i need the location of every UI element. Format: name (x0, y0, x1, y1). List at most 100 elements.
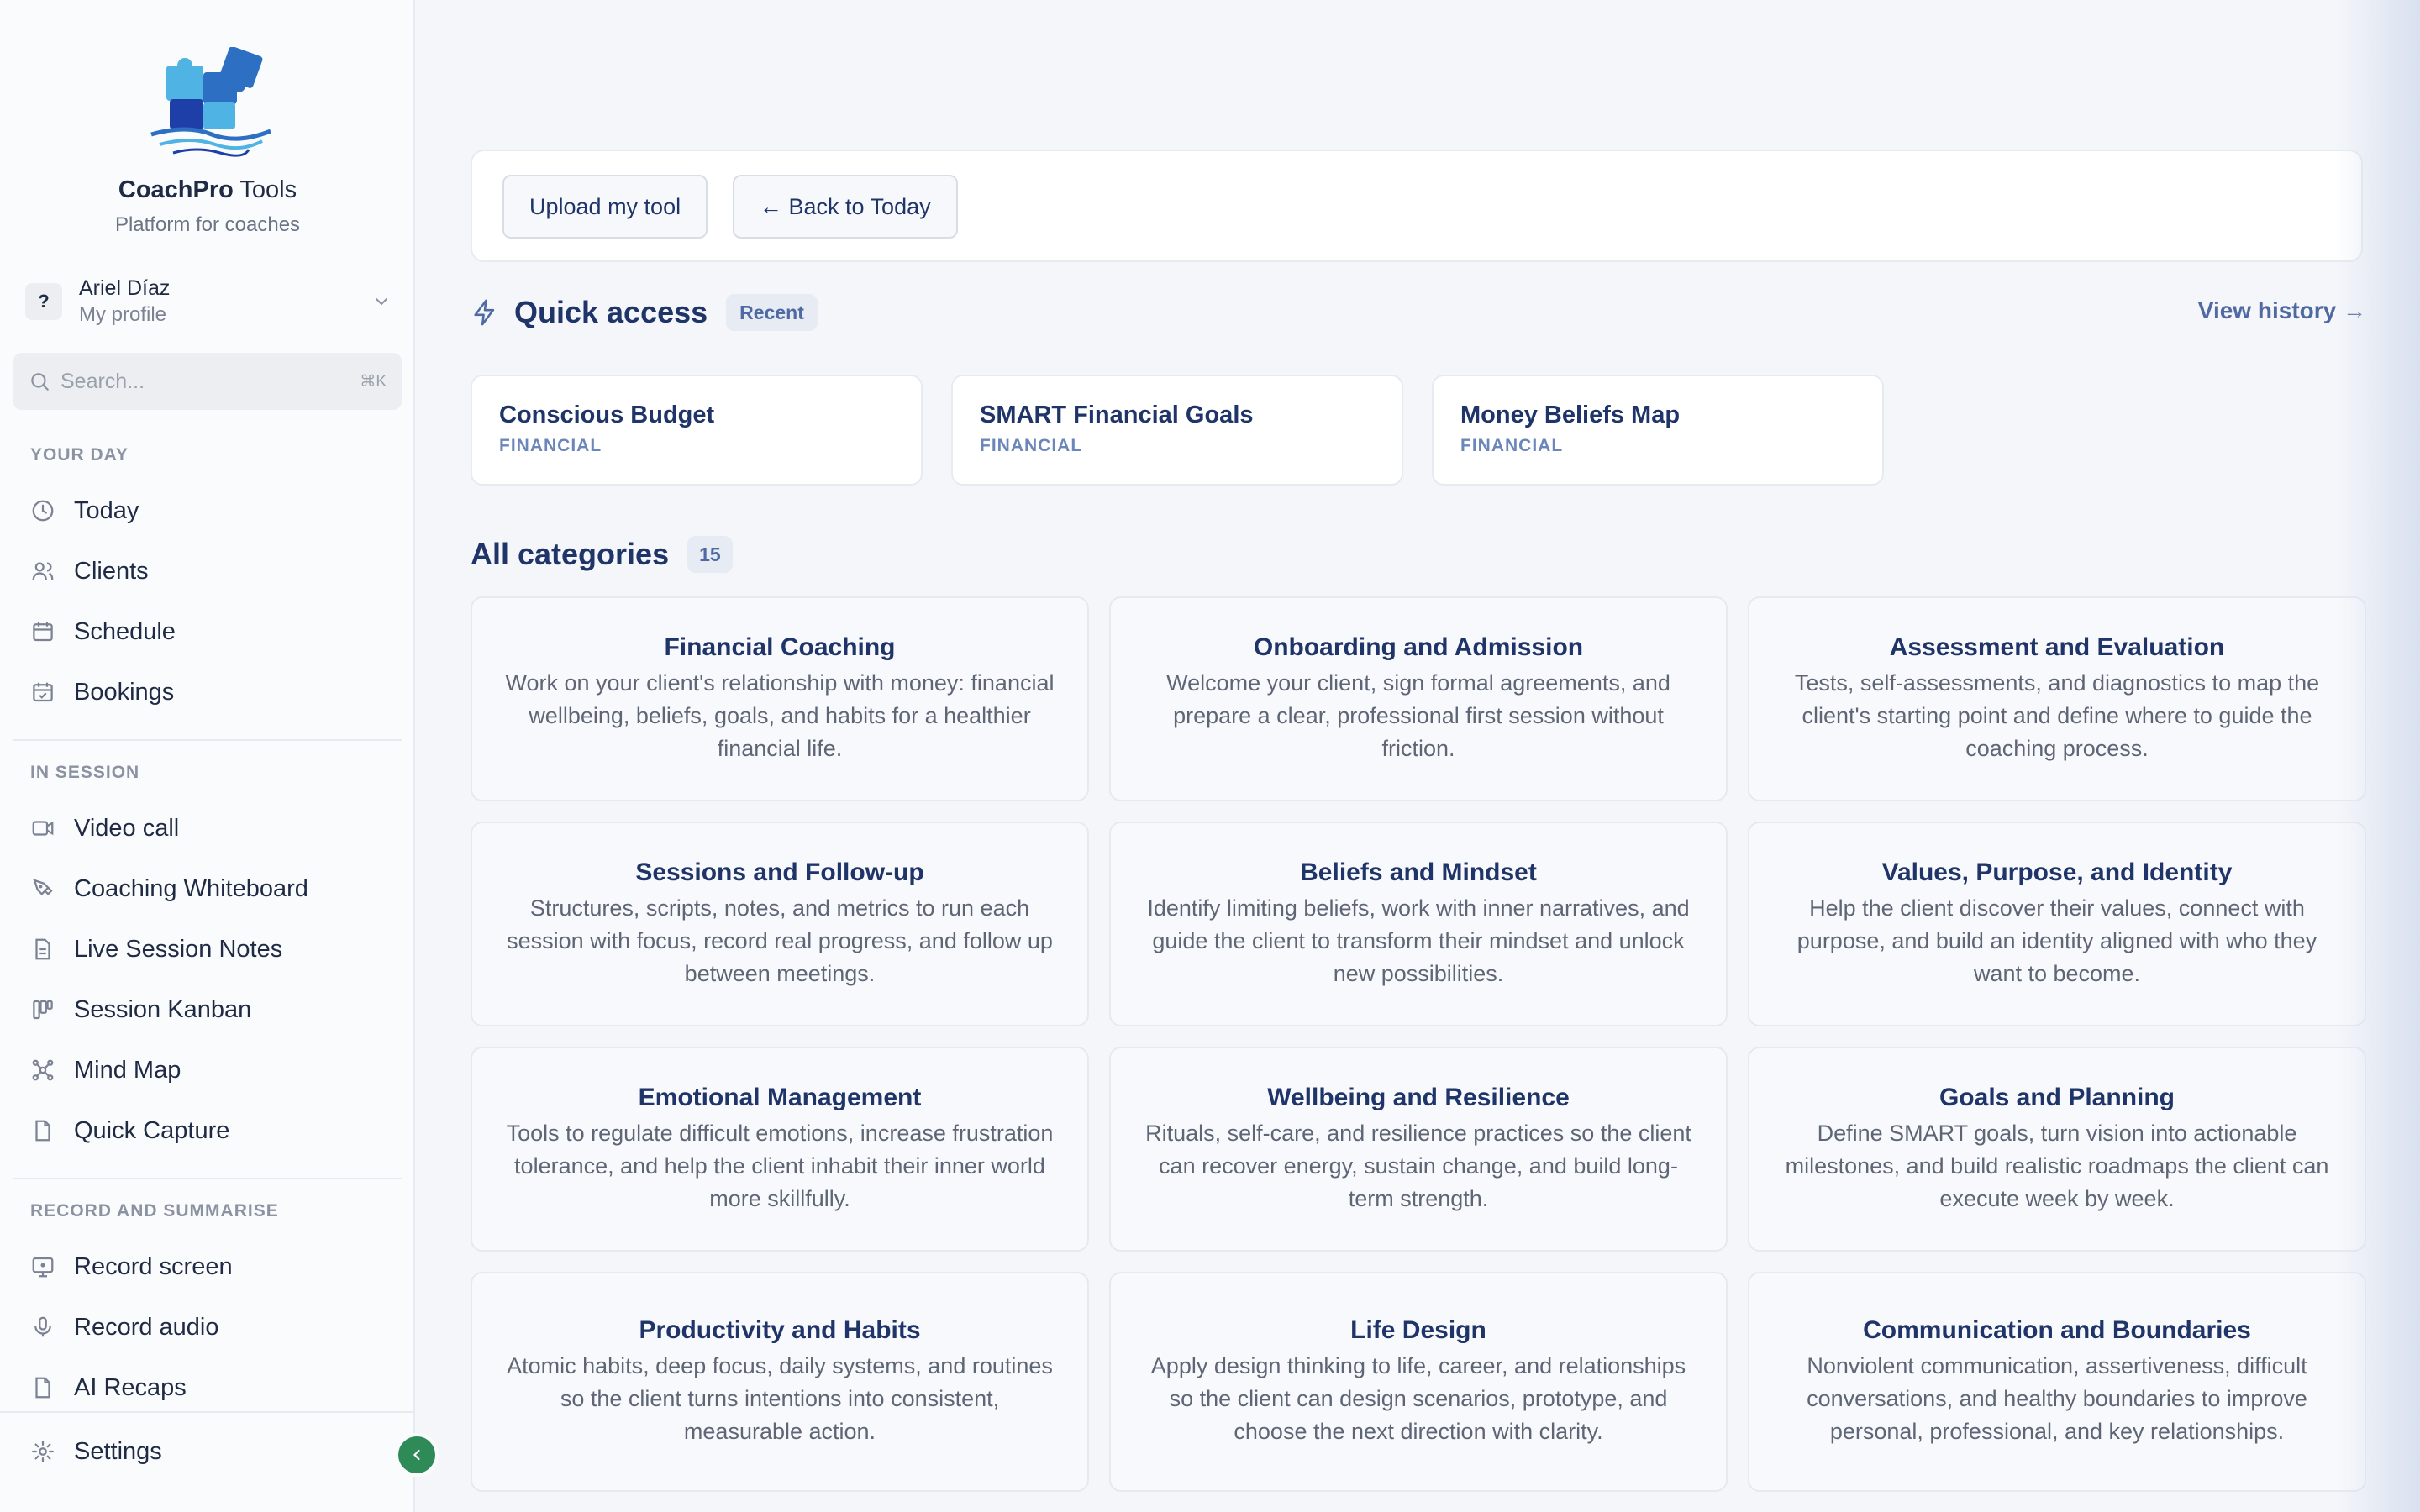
card-tag: FINANCIAL (980, 436, 1083, 455)
category-card[interactable]: Beliefs and Mindset Identify limiting be… (1109, 822, 1728, 1026)
category-title: Financial Coaching (664, 633, 896, 661)
category-card[interactable]: Assessment and Evaluation Tests, self-as… (1748, 596, 2366, 801)
recent-badge: Recent (726, 294, 818, 331)
avatar: ? (25, 283, 62, 320)
category-card[interactable]: Financial Coaching Work on your client's… (471, 596, 1089, 801)
brand-name: CoachPro Tools (118, 176, 297, 203)
sidebar-item-schedule[interactable]: Schedule (30, 608, 400, 655)
back-to-today-button[interactable]: ← Back to Today (733, 175, 958, 239)
clock-icon (32, 500, 54, 522)
categories-title: All categories (471, 537, 670, 571)
sidebar-item-label: Schedule (74, 617, 176, 645)
sidebar-item-label: Video call (74, 814, 180, 842)
category-description: Identify limiting beliefs, work with inn… (1147, 895, 1690, 986)
profile-subtitle: My profile (79, 303, 167, 326)
main-content: Upload my tool ← Back to Today Quick acc… (417, 0, 2420, 1512)
category-card[interactable]: Life Design Apply design thinking to lif… (1109, 1272, 1728, 1492)
users-icon (32, 562, 54, 580)
network-icon (32, 1059, 54, 1081)
sidebar-item-bookings[interactable]: Bookings (30, 669, 400, 716)
sidebar-item-label: Settings (74, 1437, 162, 1465)
quick-access-card[interactable]: Money Beliefs Map FINANCIAL (1432, 375, 1884, 486)
gear-icon (32, 1441, 54, 1462)
sidebar-item-today[interactable]: Today (30, 487, 400, 534)
sidebar-divider (13, 739, 402, 741)
file-text-icon (35, 938, 50, 960)
sidebar-item-label: Live Session Notes (74, 935, 283, 963)
nav-section-record: RECORD AND SUMMARISE (30, 1201, 279, 1221)
category-description: Tests, self-assessments, and diagnostics… (1794, 669, 2320, 761)
brand-tagline: Platform for coaches (114, 213, 301, 236)
upload-tool-button[interactable]: Upload my tool (502, 175, 708, 239)
category-description: Help the client discover their values, c… (1797, 895, 2317, 986)
quick-access-card[interactable]: Conscious Budget FINANCIAL (471, 375, 923, 486)
sidebar-item-label: AI Recaps (74, 1373, 187, 1401)
category-description: Structures, scripts, notes, and metrics … (507, 895, 1053, 986)
sidebar-item-label: Session Kanban (74, 995, 252, 1023)
sidebar-item-ai-recaps[interactable]: AI Recaps (30, 1364, 400, 1411)
chevron-down-icon (376, 298, 387, 306)
category-title: Goals and Planning (1939, 1083, 2175, 1111)
chevron-left-icon (413, 1449, 420, 1461)
category-title: Beliefs and Mindset (1300, 858, 1537, 886)
category-card[interactable]: Onboarding and Admission Welcome your cl… (1109, 596, 1728, 801)
collapse-sidebar-button[interactable] (395, 1433, 439, 1477)
search-icon (31, 373, 49, 391)
category-description: Apply design thinking to life, career, a… (1150, 1352, 1686, 1444)
category-description: Atomic habits, deep focus, daily systems… (507, 1352, 1053, 1444)
category-description: Rituals, self-care, and resilience pract… (1145, 1120, 1691, 1211)
nav-section-your-day: YOUR DAY (30, 445, 129, 465)
quick-access-title: Quick access (514, 295, 708, 329)
lightning-icon (474, 299, 495, 326)
search-shortcut: ⌘K (360, 372, 387, 391)
sidebar-item-label: Mind Map (74, 1056, 182, 1084)
calendar-icon (33, 622, 53, 642)
sidebar-item-coaching-whiteboard[interactable]: Coaching Whiteboard (30, 865, 400, 912)
sidebar-item-quick-capture[interactable]: Quick Capture (30, 1107, 400, 1154)
sidebar-divider (13, 1178, 402, 1179)
category-description: Welcome your client, sign formal agreeme… (1166, 669, 1670, 761)
category-title: Assessment and Evaluation (1889, 633, 2225, 661)
category-title: Wellbeing and Resilience (1267, 1083, 1570, 1111)
kanban-icon (33, 1000, 53, 1020)
category-card[interactable]: Goals and Planning Define SMART goals, t… (1748, 1047, 2366, 1252)
brand-logo (0, 47, 415, 161)
category-title: Productivity and Habits (639, 1315, 921, 1344)
category-card[interactable]: Values, Purpose, and Identity Help the c… (1748, 822, 2366, 1026)
calendar-check-icon (33, 682, 53, 702)
video-icon (32, 821, 54, 836)
sidebar-item-settings[interactable]: Settings (30, 1428, 400, 1475)
sidebar-item-clients[interactable]: Clients (30, 548, 400, 595)
category-card[interactable]: Productivity and Habits Atomic habits, d… (471, 1272, 1089, 1492)
sidebar-item-session-kanban[interactable]: Session Kanban (30, 986, 400, 1033)
card-title: Money Beliefs Map (1460, 402, 1681, 428)
category-title: Life Design (1350, 1315, 1486, 1344)
categories-count-badge: 15 (687, 536, 733, 573)
card-tag: FINANCIAL (499, 436, 602, 455)
category-title: Communication and Boundaries (1863, 1315, 2251, 1344)
category-card[interactable]: Emotional Management Tools to regulate d… (471, 1047, 1089, 1252)
category-title: Sessions and Follow-up (635, 858, 924, 886)
sidebar-item-mind-map[interactable]: Mind Map (30, 1047, 400, 1094)
category-card[interactable]: Sessions and Follow-up Structures, scrip… (471, 822, 1089, 1026)
category-title: Values, Purpose, and Identity (1881, 858, 2233, 886)
sidebar-item-live-session-notes[interactable]: Live Session Notes (30, 926, 400, 973)
nav-section-in-session: IN SESSION (30, 763, 140, 782)
sidebar-item-record-screen[interactable]: Record screen (30, 1243, 400, 1290)
profile-switcher[interactable]: ? Ariel Díaz My profile (25, 274, 392, 329)
category-card[interactable]: Communication and Boundaries Nonviolent … (1748, 1272, 2366, 1492)
category-card[interactable]: Wellbeing and Resilience Rituals, self-c… (1109, 1047, 1728, 1252)
sidebar-item-label: Today (74, 496, 139, 524)
sidebar-item-record-audio[interactable]: Record audio (30, 1304, 400, 1351)
category-description: Tools to regulate difficult emotions, in… (506, 1120, 1054, 1211)
category-description: Work on your client's relationship with … (505, 669, 1055, 761)
view-history-link[interactable]: View history → (2198, 297, 2366, 324)
search-input[interactable] (60, 369, 360, 394)
file-icon (35, 1377, 50, 1399)
profile-name: Ariel Díaz (79, 276, 171, 300)
sidebar-item-video-call[interactable]: Video call (30, 805, 400, 852)
search-box[interactable]: ⌘K (13, 353, 402, 410)
card-title: Conscious Budget (499, 402, 715, 428)
quick-access-card[interactable]: SMART Financial Goals FINANCIAL (951, 375, 1403, 486)
quick-access-header: Quick access Recent (471, 289, 818, 336)
